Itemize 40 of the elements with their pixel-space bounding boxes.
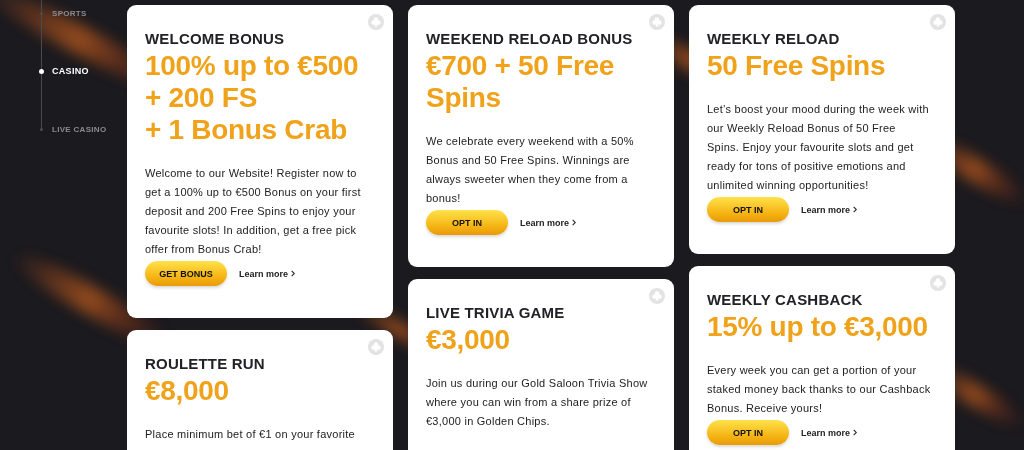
learn-more-link[interactable]: Learn more [801,204,858,215]
card-title: WEEKLY CASHBACK [707,291,864,308]
club-icon [368,14,384,30]
card-title: WELCOME BONUS [145,30,286,47]
chevron-icon [572,219,577,226]
bonus-amount: 15% up to €3,000 [707,311,929,343]
bonus-amount: €8,000 [145,375,230,407]
card-description: Let’s boost your mood during the week with our Weekly Reload Bonus of 50 Free Spins. Enjoy your favourite slots and get ready for tons of positive emotions and unlimited winning opportunities! [707,102,930,193]
chevron-icon [291,270,296,277]
opt-in-button[interactable]: OPT IN [707,197,789,222]
opt-in-button[interactable]: OPT IN [707,420,789,445]
opt-in-button[interactable]: OPT IN [426,210,508,235]
bonus-amount: €700 + 50 Free Spins [426,50,616,114]
card-description: Welcome to our Website! Register now to get a 100% up to €500 Bonus on your first deposit and 200 Free Spins to enjoy your favourite slots! In addition, get a free pick offer from Bonus Crab! [145,166,362,257]
card-title: WEEKEND RELOAD BONUS [426,30,634,47]
chevron-icon [853,429,858,436]
bonus-amount: €3,000 [426,324,511,356]
nav-link[interactable]: SPORTS [52,8,87,18]
club-icon [930,14,946,30]
learn-more-link[interactable]: Learn more [801,427,858,438]
card-description: We celebrate every weekend with a 50% Bonus and 50 Free Spins. Winnings are always sweeter when they come from a bonus! [426,134,635,206]
opt-in-button[interactable]: GET BONUS [145,261,227,286]
club-icon [649,14,665,30]
bullet-icon [39,68,44,74]
club-icon [649,288,665,304]
club-icon [930,275,946,291]
card-description: Every week you can get a portion of your staked money back thanks to our Cashback Bonus. Receive yours! [707,363,931,416]
bonus-amount: 100% up to €500 + 200 FS + 1 Bonus Crab [145,50,360,146]
card-title: WEEKLY RELOAD [707,30,841,47]
card-description: Place minimum bet of €1 on your favorite [145,427,356,442]
learn-more-link[interactable]: Learn more [239,268,296,279]
card-description: Join us during our Gold Saloon Trivia Show where you can win from a share prize of €3,000 in Golden Chips. [426,376,649,429]
learn-more-link[interactable]: Learn more [520,217,577,228]
nav-link[interactable]: LIVE CASINO [52,124,107,134]
card-title: LIVE TRIVIA GAME [426,304,566,321]
club-icon [368,339,384,355]
chevron-icon [853,206,858,213]
bonus-amount: 50 Free Spins [707,50,887,82]
nav-link[interactable]: CASINO [52,66,89,76]
card-title: ROULETTE RUN [145,355,266,372]
